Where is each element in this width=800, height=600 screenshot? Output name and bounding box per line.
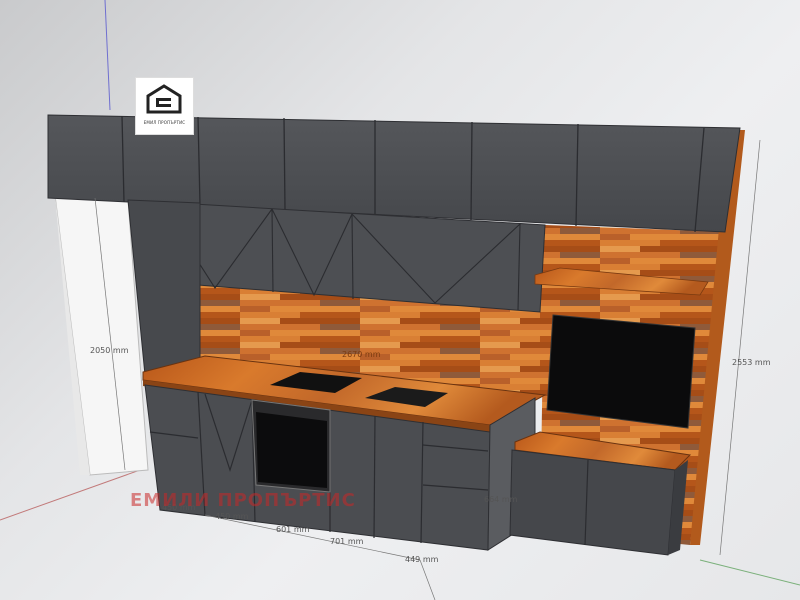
house-e-logo-icon <box>146 84 182 114</box>
tv-panel <box>546 314 696 429</box>
axis-line-blue <box>104 0 111 111</box>
dim-height-left: 2050 mm <box>90 346 129 355</box>
monitor-screen: ЕМИЛ ПРОПЪРТИС 2050 mm 2670 mm 2553 mm 6… <box>0 0 800 600</box>
company-logo: ЕМИЛ ПРОПЪРТИС <box>135 77 194 135</box>
dim-449: 449 mm <box>405 555 439 564</box>
axis-line-red <box>0 469 141 521</box>
dim-depth-counter: 664 mm <box>484 495 518 504</box>
dim-width-wall: 2670 mm <box>342 350 381 359</box>
dim-height-right: 2553 mm <box>732 358 771 367</box>
kitchen-3d-render <box>0 0 800 600</box>
dim-450-b: 450 mm <box>215 512 249 521</box>
dim-701: 701 mm <box>330 537 364 546</box>
logo-brand-text: ЕМИЛ ПРОПЪРТИС <box>143 120 186 125</box>
axis-line-green <box>699 559 800 586</box>
dim-601: 601 mm <box>276 525 310 534</box>
watermark-text: ЕМИЛИ ПРОПЪРТИС <box>130 490 356 511</box>
